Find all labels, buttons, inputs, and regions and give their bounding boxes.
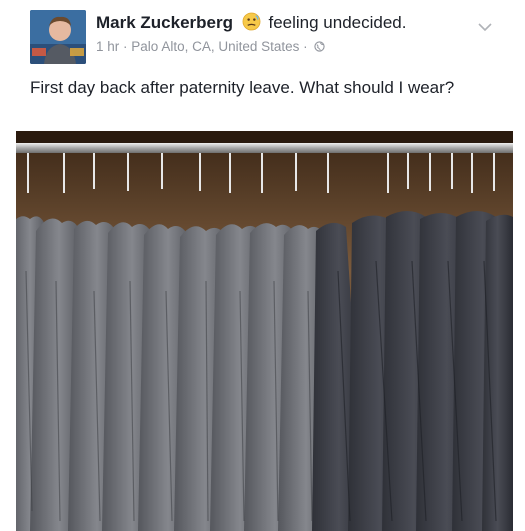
post-text: First day back after paternity leave. Wh…	[30, 78, 455, 97]
feeling-text: feeling undecided.	[268, 13, 407, 32]
dark-hoodies	[312, 211, 513, 531]
post-photo[interactable]	[16, 131, 513, 531]
post-meta: 1 hr · Palo Alto, CA, United States ·	[96, 39, 326, 54]
post-time[interactable]: 1 hr	[96, 39, 119, 54]
undecided-face-emoji-icon	[242, 12, 261, 31]
chevron-down-icon[interactable]	[477, 19, 493, 32]
facebook-post: Mark Zuckerberg feeling undecided. 1 hr …	[0, 0, 525, 531]
meta-separator: ·	[123, 39, 128, 54]
post-header-title: Mark Zuckerberg feeling undecided.	[96, 12, 406, 33]
closet-photo-illustration	[16, 131, 513, 531]
globe-icon[interactable]	[314, 40, 326, 52]
post-location[interactable]: Palo Alto, CA, United States	[131, 39, 299, 54]
gray-tshirts	[16, 216, 334, 531]
author-name[interactable]: Mark Zuckerberg	[96, 13, 233, 32]
author-avatar[interactable]	[30, 10, 86, 64]
meta-separator: ·	[303, 39, 308, 54]
